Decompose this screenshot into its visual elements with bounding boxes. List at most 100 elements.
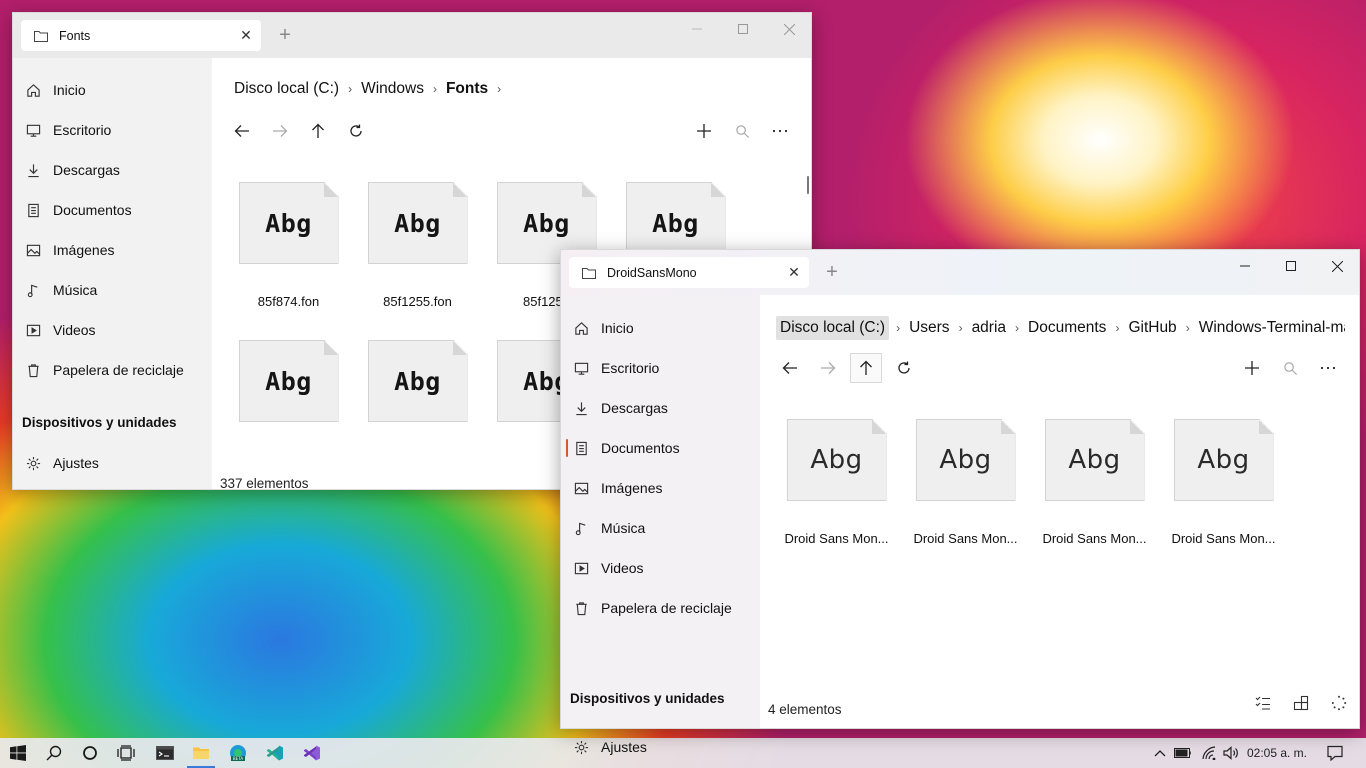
- sidebar-item-documentos[interactable]: Documentos: [561, 428, 760, 468]
- file-item[interactable]: Abg Droid Sans Mon...: [901, 419, 1030, 546]
- sidebar-item-descargas[interactable]: Descargas: [13, 150, 212, 190]
- sidebar-item-papelera[interactable]: Papelera de reciclaje: [561, 588, 760, 628]
- close-tab-icon[interactable]: ✕: [231, 27, 261, 44]
- volume-icon[interactable]: [1221, 738, 1241, 768]
- layout-mode-icon[interactable]: [1293, 695, 1309, 716]
- sidebar-item-inicio[interactable]: Inicio: [13, 70, 212, 110]
- visual-studio-app-icon[interactable]: [294, 738, 330, 768]
- font-preview-thumbnail: Abg: [238, 340, 339, 422]
- wifi-icon[interactable]: [1198, 738, 1220, 768]
- more-options-button[interactable]: [764, 116, 796, 146]
- title-bar[interactable]: DroidSansMono ✕ +: [561, 250, 1359, 295]
- sidebar-item-label: Videos: [53, 322, 96, 338]
- file-item[interactable]: Abg 85f874.fon: [224, 182, 353, 309]
- breadcrumb-item-current[interactable]: Fonts: [444, 80, 490, 98]
- breadcrumb-item[interactable]: GitHub: [1126, 319, 1178, 337]
- close-window-button[interactable]: [1314, 250, 1360, 282]
- start-button[interactable]: [0, 738, 36, 768]
- file-item[interactable]: Abg Droid Sans Mon...: [772, 419, 901, 546]
- tab-fonts[interactable]: Fonts ✕: [21, 20, 261, 51]
- breadcrumb-item[interactable]: adria: [970, 319, 1008, 337]
- selection-mode-icon[interactable]: [1255, 695, 1271, 716]
- image-icon: [573, 480, 589, 496]
- maximize-button[interactable]: [1268, 250, 1314, 282]
- clock[interactable]: 02:05 a. m.: [1244, 738, 1310, 768]
- battery-icon[interactable]: [1173, 738, 1193, 768]
- chevron-right-icon[interactable]: ›: [497, 82, 501, 96]
- task-view-icon[interactable]: [108, 738, 144, 768]
- new-tab-button[interactable]: +: [275, 25, 295, 45]
- tab-title: Fonts: [59, 28, 91, 43]
- sidebar-item-papelera[interactable]: Papelera de reciclaje: [13, 350, 212, 390]
- close-window-button[interactable]: [766, 13, 812, 45]
- up-button[interactable]: [302, 116, 334, 146]
- sidebar-item-inicio[interactable]: Inicio: [561, 308, 760, 348]
- sidebar-item-videos[interactable]: Videos: [13, 310, 212, 350]
- file-explorer-app-icon[interactable]: [183, 738, 219, 768]
- sidebar-item-musica[interactable]: Música: [561, 508, 760, 548]
- title-bar[interactable]: Fonts ✕ +: [13, 13, 811, 58]
- up-button[interactable]: [850, 353, 882, 383]
- terminal-app-icon[interactable]: [147, 738, 183, 768]
- forward-button[interactable]: [264, 116, 296, 146]
- cortana-icon[interactable]: [72, 738, 108, 768]
- refresh-button[interactable]: [340, 116, 372, 146]
- preview-text: Abg: [265, 366, 312, 396]
- chevron-up-icon[interactable]: [1150, 738, 1170, 768]
- file-name: 85f874.fon: [257, 294, 320, 309]
- files-window-droidsansmono[interactable]: DroidSansMono ✕ + Inicio Escritorio Desc…: [560, 249, 1360, 755]
- sidebar-item-documentos[interactable]: Documentos: [13, 190, 212, 230]
- preview-text: Abg: [265, 208, 312, 238]
- refresh-button[interactable]: [888, 353, 920, 383]
- sidebar-item-imagenes[interactable]: Imágenes: [561, 468, 760, 508]
- minimize-button[interactable]: [1222, 250, 1268, 282]
- breadcrumb-item[interactable]: Windows: [359, 80, 426, 98]
- minimize-button[interactable]: [674, 13, 720, 45]
- breadcrumb-item[interactable]: Documents: [1026, 319, 1108, 337]
- preview-text: Abg: [1197, 445, 1250, 475]
- sidebar-item-label: Escritorio: [53, 122, 112, 138]
- file-item[interactable]: Abg: [224, 340, 353, 422]
- chevron-right-icon: ›: [348, 82, 353, 96]
- sidebar-item-label: Escritorio: [601, 360, 660, 376]
- tab-droidsansmono[interactable]: DroidSansMono ✕: [569, 257, 809, 288]
- more-options-button[interactable]: [1312, 353, 1344, 383]
- font-preview-thumbnail: Abg: [1173, 419, 1274, 501]
- sidebar-item-escritorio[interactable]: Escritorio: [561, 348, 760, 388]
- sidebar-item-descargas[interactable]: Descargas: [561, 388, 760, 428]
- file-item[interactable]: Abg 85f1255.fon: [353, 182, 482, 309]
- sidebar-item-imagenes[interactable]: Imágenes: [13, 230, 212, 270]
- new-item-button[interactable]: [1236, 353, 1268, 383]
- notifications-icon[interactable]: [1320, 738, 1350, 768]
- breadcrumb-item[interactable]: Users: [907, 319, 951, 337]
- breadcrumb-item[interactable]: Windows-Terminal-ma: [1197, 319, 1345, 337]
- back-button[interactable]: [774, 353, 806, 383]
- status-item-count: 4 elementos: [768, 702, 842, 717]
- sidebar-item-ajustes[interactable]: Ajustes: [13, 443, 212, 483]
- breadcrumb-item[interactable]: Disco local (C:): [232, 80, 341, 98]
- file-item[interactable]: Abg: [353, 340, 482, 422]
- search-icon[interactable]: [36, 738, 72, 768]
- sidebar-item-videos[interactable]: Videos: [561, 548, 760, 588]
- edge-beta-app-icon[interactable]: BETA: [220, 738, 256, 768]
- new-tab-button[interactable]: +: [822, 262, 842, 282]
- sidebar-item-musica[interactable]: Música: [13, 270, 212, 310]
- chevron-right-icon: ›: [1185, 321, 1190, 335]
- sidebar-item-label: Imágenes: [601, 480, 663, 496]
- sidebar-item-escritorio[interactable]: Escritorio: [13, 110, 212, 150]
- vscode-app-icon[interactable]: [257, 738, 293, 768]
- sidebar-item-ajustes[interactable]: Ajustes: [561, 727, 760, 767]
- back-button[interactable]: [226, 116, 258, 146]
- breadcrumb-item[interactable]: Disco local (C:): [776, 316, 890, 340]
- search-button[interactable]: [1274, 353, 1306, 383]
- sidebar: Inicio Escritorio Descargas Documentos I…: [13, 58, 212, 489]
- music-icon: [25, 282, 41, 298]
- file-item[interactable]: Abg Droid Sans Mon...: [1030, 419, 1159, 546]
- search-button[interactable]: [726, 116, 758, 146]
- scrollbar-thumb[interactable]: [807, 176, 809, 194]
- file-item[interactable]: Abg Droid Sans Mon...: [1159, 419, 1288, 546]
- new-item-button[interactable]: [688, 116, 720, 146]
- close-tab-icon[interactable]: ✕: [779, 264, 809, 281]
- forward-button[interactable]: [812, 353, 844, 383]
- maximize-button[interactable]: [720, 13, 766, 45]
